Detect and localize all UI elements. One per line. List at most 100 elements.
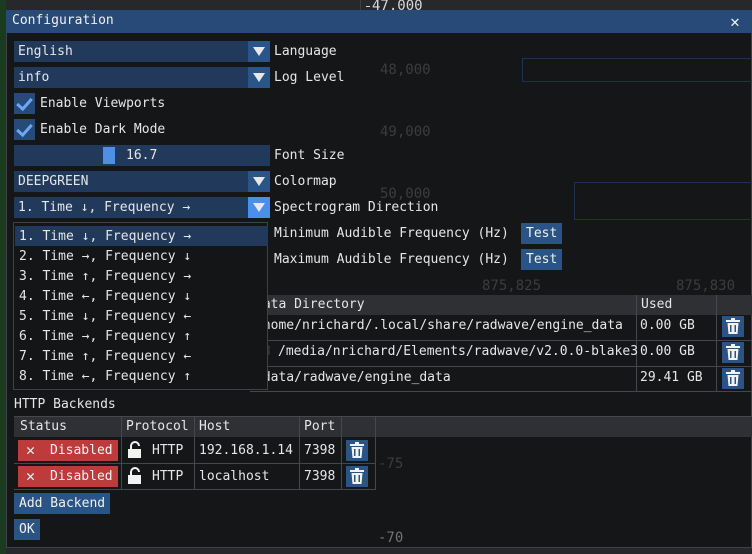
divider [636,295,637,391]
divider [341,417,342,489]
axis-tick: 875,825 [482,278,542,294]
direction-option[interactable]: 8. Time ←, Frequency ↑ [15,366,268,386]
backend-protocol: HTTP [152,469,184,484]
trash-icon [726,318,740,334]
divider [716,295,717,391]
font-size-value: 16.7 [126,148,158,163]
delete-backend-button[interactable] [346,440,368,461]
direction-option[interactable]: 7. Time ↑, Frequency ← [15,346,268,366]
backend-status-toggle[interactable]: ✕ Disabled [18,466,118,487]
delete-directory-button[interactable] [722,368,744,389]
language-label: Language [274,44,337,59]
column-header-data-directory: Data Directory [255,297,365,312]
chevron-down-icon [248,67,270,88]
min-audible-test-button[interactable]: Test [521,223,563,244]
data-directory-path: /data/radwave/engine_data [255,370,451,385]
data-directory-used: 0.00 GB [640,318,695,333]
spectrogram-direction-value: 1. Time ↓, Frequency → [18,200,191,215]
slider-grab[interactable] [103,147,115,164]
max-audible-label: Maximum Audible Frequency (Hz) [274,252,509,267]
divider [14,489,376,490]
column-header-status: Status [20,419,67,434]
min-audible-label: Minimum Audible Frequency (Hz) [274,226,509,241]
column-header-protocol: Protocol [126,419,189,434]
direction-dropdown-list: 1. Time ↓, Frequency → 2. Time →, Freque… [13,222,268,390]
unlocked-lock-icon [128,467,141,484]
direction-option[interactable]: 1. Time ↓, Frequency → [15,226,268,246]
column-header-port: Port [304,419,336,434]
trash-icon [350,442,364,458]
colormap-label: Colormap [274,174,337,189]
enable-viewports-checkbox[interactable] [14,93,35,114]
column-header-host: Host [199,419,231,434]
column-header-used: Used [641,297,673,312]
background-frame [574,182,752,220]
divider [14,463,376,464]
axis-tick: -75 [378,456,404,472]
window-title: Configuration [12,13,114,28]
axis-tick: 49,000 [380,124,431,140]
chevron-down-icon [248,197,270,218]
divider [194,417,195,489]
trash-icon [350,468,364,484]
backend-status-label: Disabled [50,469,113,484]
divider [250,366,752,367]
max-audible-test-button[interactable]: Test [521,249,563,270]
direction-option[interactable]: 4. Time ←, Frequency ↓ [15,286,268,306]
spectrogram-direction-label: Spectrogram Direction [274,200,439,215]
close-icon: ✕ [26,467,36,485]
unlocked-lock-icon [128,441,141,458]
data-directory-path: /home/nrichard/.local/share/radwave/engi… [255,318,623,333]
title-bar[interactable] [6,10,752,33]
direction-option[interactable]: 3. Time ↑, Frequency → [15,266,268,286]
data-directory-path: /media/nrichard/Elements/radwave/v2.0.0-… [278,344,639,359]
background-frame [522,58,752,82]
delete-directory-button[interactable] [722,316,744,337]
delete-backend-button[interactable] [346,466,368,487]
add-backend-button[interactable]: Add Backend [14,493,111,514]
backend-host: localhost [199,469,270,484]
divider [250,391,752,392]
delete-directory-button[interactable] [722,342,744,363]
divider [299,417,300,489]
enable-viewports-label: Enable Viewports [40,96,166,111]
backend-host: 192.168.1.14 [199,443,293,458]
spectrogram-direction-combo[interactable]: 1. Time ↓, Frequency → [14,197,270,218]
divider [250,340,752,341]
data-directory-used: 0.00 GB [640,344,695,359]
language-combo[interactable]: English [14,41,270,62]
data-directory-used: 29.41 GB [640,370,703,385]
backend-port: 7398 [304,469,336,484]
divider [121,417,122,489]
trash-icon [726,370,740,386]
font-size-slider[interactable]: 16.7 [14,145,270,166]
backend-status-toggle[interactable]: ✕ Disabled [18,440,118,461]
axis-tick: 48,000 [380,62,431,78]
close-icon: ✕ [26,441,36,459]
language-value: English [18,44,73,59]
direction-option[interactable]: 2. Time →, Frequency ↓ [15,246,268,266]
close-button[interactable]: ✕ [722,10,748,33]
close-icon: ✕ [730,12,740,31]
log-level-label: Log Level [274,70,345,85]
log-level-combo[interactable]: info [14,67,270,88]
direction-option[interactable]: 5. Time ↓, Frequency ← [15,306,268,326]
chevron-down-icon [248,171,270,192]
colormap-value: DEEPGREEN [18,174,89,189]
axis-tick: 875,830 [676,278,736,294]
backend-status-label: Disabled [50,443,113,458]
backend-protocol: HTTP [152,443,184,458]
direction-option[interactable]: 6. Time →, Frequency ↑ [15,326,268,346]
axis-tick: -70 [378,530,404,546]
backend-port: 7398 [304,443,336,458]
divider [375,417,376,489]
http-backends-heading: HTTP Backends [14,397,116,412]
chevron-down-icon [248,41,270,62]
trash-icon [726,344,740,360]
log-level-value: info [18,70,50,85]
colormap-combo[interactable]: DEEPGREEN [14,171,270,192]
ok-button[interactable]: OK [14,519,40,540]
enable-dark-mode-label: Enable Dark Mode [40,122,166,137]
font-size-label: Font Size [274,148,345,163]
enable-dark-mode-checkbox[interactable] [14,119,35,140]
